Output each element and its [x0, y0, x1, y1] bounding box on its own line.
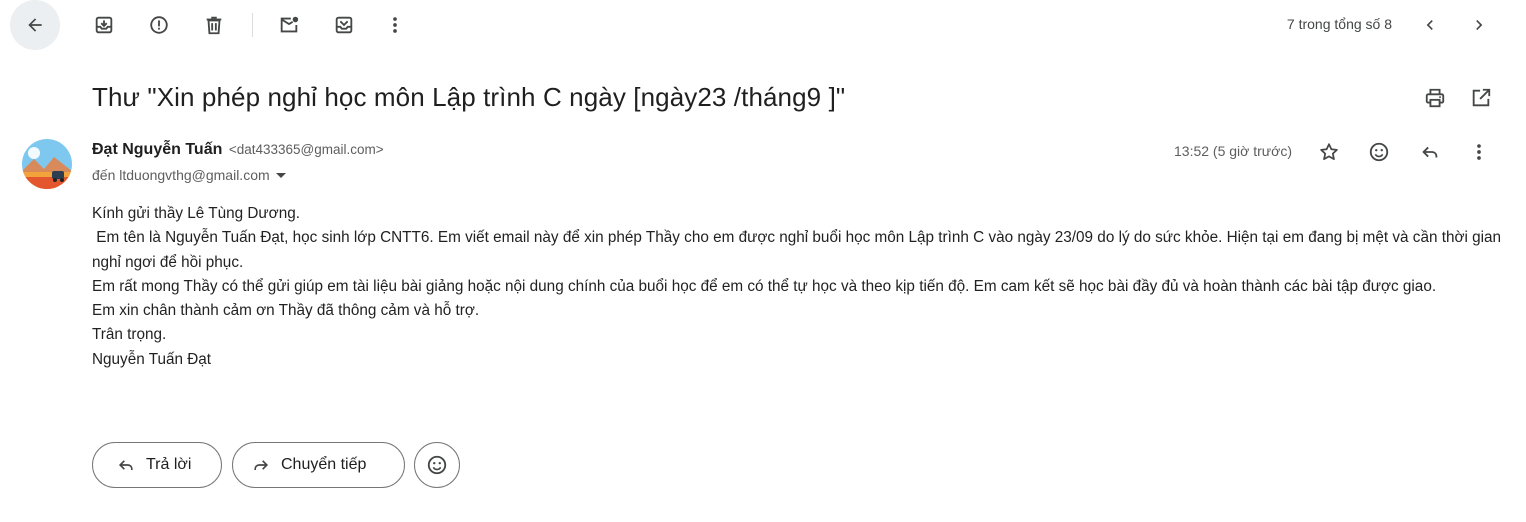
archive-icon [95, 16, 113, 34]
reply-icon-button[interactable] [1410, 132, 1450, 172]
chevron-left-icon [1426, 20, 1433, 30]
reply-icon [1422, 146, 1438, 158]
reply-label: Trả lời [146, 456, 192, 473]
more-vert-icon [393, 17, 397, 33]
sender-avatar[interactable] [22, 139, 72, 189]
message-more-button[interactable] [1459, 132, 1499, 172]
body-paragraph: Nguyễn Tuấn Đạt [92, 350, 212, 368]
recipient-line[interactable]: đến ltduongvthg@gmail.com [92, 167, 286, 183]
body-paragraph: Em tên là Nguyễn Tuấn Đạt, học sinh lớp … [92, 229, 1506, 271]
archive-button[interactable] [84, 5, 124, 45]
report-spam-button[interactable] [139, 5, 179, 45]
reply-button[interactable]: Trả lời [92, 442, 222, 488]
more-vert-icon [1477, 144, 1481, 160]
delete-button[interactable] [194, 5, 234, 45]
mark-unread-button[interactable] [269, 5, 309, 45]
more-options-button[interactable] [375, 5, 415, 45]
open-in-new-icon [1472, 88, 1491, 107]
message-time: 13:52 (5 giờ trước) [1174, 143, 1292, 159]
forward-label: Chuyển tiếp [281, 456, 367, 473]
back-button[interactable] [10, 0, 60, 50]
sender-email: <dat433365@gmail.com> [228, 142, 384, 157]
print-icon [1425, 88, 1445, 108]
add-reaction-button[interactable] [1359, 132, 1399, 172]
mark-unread-icon [280, 16, 299, 33]
older-button[interactable] [1410, 5, 1450, 45]
avatar-image [22, 139, 72, 189]
arrow-left-icon [28, 18, 42, 32]
sender-name[interactable]: Đạt Nguyễn Tuấn [92, 141, 222, 158]
newer-button[interactable] [1459, 5, 1499, 45]
recipient-text: đến ltduongvthg@gmail.com [92, 167, 270, 183]
print-button[interactable] [1415, 78, 1455, 118]
chevron-right-icon [1476, 20, 1483, 30]
emoji-icon [427, 455, 447, 475]
open-new-window-button[interactable] [1461, 78, 1501, 118]
delete-icon [206, 16, 222, 35]
email-subject: Thư "Xin phép nghỉ học môn Lập trình C n… [92, 82, 846, 112]
body-paragraph: Trân trọng. [92, 326, 167, 344]
sender-line: Đạt Nguyễn Tuấn <dat433365@gmail.com> [92, 141, 384, 159]
reply-icon [118, 460, 133, 470]
forward-icon [254, 460, 269, 470]
body-paragraph: Em rất mong Thầy có thể gửi giúp em tài … [92, 277, 1437, 295]
emoji-icon [1369, 142, 1389, 162]
move-to-icon [335, 16, 353, 34]
pager-count: 7 trong tổng số 8 [1286, 16, 1392, 32]
report-spam-icon [150, 16, 168, 34]
emoji-reaction-button[interactable] [414, 442, 460, 488]
body-paragraph: Kính gửi thầy Lê Tùng Dương. [92, 205, 300, 222]
message-body: Kính gửi thầy Lê Tùng Dương. Em tên là N… [92, 202, 1502, 372]
star-icon [1320, 143, 1338, 161]
move-to-button[interactable] [324, 5, 364, 45]
toolbar-divider [252, 13, 253, 37]
body-paragraph: Em xin chân thành cảm ơn Thầy đã thông c… [92, 302, 480, 320]
message-toolbar: 7 trong tổng số 8 [0, 0, 1526, 50]
forward-button[interactable]: Chuyển tiếp [232, 442, 405, 488]
star-button[interactable] [1309, 132, 1349, 172]
caret-down-icon[interactable] [275, 173, 286, 179]
